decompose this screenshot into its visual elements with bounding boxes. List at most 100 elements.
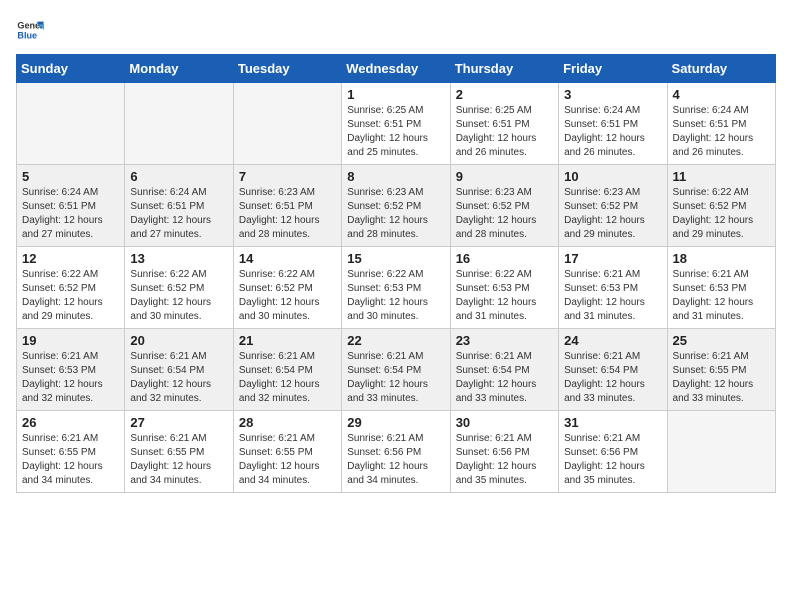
day-number: 31 xyxy=(564,415,661,430)
day-info: Sunrise: 6:24 AM Sunset: 6:51 PM Dayligh… xyxy=(130,186,227,242)
weekday-header-wednesday: Wednesday xyxy=(342,55,450,83)
weekday-header-monday: Monday xyxy=(125,55,233,83)
day-info: Sunrise: 6:24 AM Sunset: 6:51 PM Dayligh… xyxy=(22,186,119,242)
calendar-day-cell: 31 Sunrise: 6:21 AM Sunset: 6:56 PM Dayli… xyxy=(559,411,667,493)
day-info: Sunrise: 6:25 AM Sunset: 6:51 PM Dayligh… xyxy=(347,104,444,160)
day-number: 3 xyxy=(564,87,661,102)
day-info: Sunrise: 6:21 AM Sunset: 6:53 PM Dayligh… xyxy=(673,268,770,324)
day-number: 9 xyxy=(456,169,553,184)
day-number: 30 xyxy=(456,415,553,430)
calendar-day-cell: 19 Sunrise: 6:21 AM Sunset: 6:53 PM Dayli… xyxy=(17,329,125,411)
weekday-header-saturday: Saturday xyxy=(667,55,775,83)
page-header: General Blue xyxy=(16,16,776,44)
day-info: Sunrise: 6:21 AM Sunset: 6:53 PM Dayligh… xyxy=(564,268,661,324)
day-number: 12 xyxy=(22,251,119,266)
day-number: 1 xyxy=(347,87,444,102)
calendar-day-cell xyxy=(233,83,341,165)
calendar-day-cell: 10Sunrise: 6:23 AM Sunset: 6:52 PM Dayli… xyxy=(559,165,667,247)
day-number: 14 xyxy=(239,251,336,266)
day-number: 21 xyxy=(239,333,336,348)
calendar-table: SundayMondayTuesdayWednesdayThursdayFrid… xyxy=(16,54,776,493)
day-number: 5 xyxy=(22,169,119,184)
day-number: 19 xyxy=(22,333,119,348)
calendar-day-cell: 6 Sunrise: 6:24 AM Sunset: 6:51 PM Daylig… xyxy=(125,165,233,247)
calendar-day-cell: 12 Sunrise: 6:22 AM Sunset: 6:52 PM Dayli… xyxy=(17,247,125,329)
day-info: Sunrise: 6:24 AM Sunset: 6:51 PM Dayligh… xyxy=(564,104,661,160)
day-info: Sunrise: 6:21 AM Sunset: 6:55 PM Dayligh… xyxy=(130,432,227,488)
day-number: 7 xyxy=(239,169,336,184)
day-number: 16 xyxy=(456,251,553,266)
day-info: Sunrise: 6:22 AM Sunset: 6:52 PM Dayligh… xyxy=(130,268,227,324)
calendar-week-row: 12 Sunrise: 6:22 AM Sunset: 6:52 PM Dayli… xyxy=(17,247,776,329)
day-number: 28 xyxy=(239,415,336,430)
weekday-header-friday: Friday xyxy=(559,55,667,83)
logo: General Blue xyxy=(16,16,44,44)
day-number: 4 xyxy=(673,87,770,102)
logo-icon: General Blue xyxy=(16,16,44,44)
calendar-day-cell: 21 Sunrise: 6:21 AM Sunset: 6:54 PM Dayli… xyxy=(233,329,341,411)
day-info: Sunrise: 6:21 AM Sunset: 6:55 PM Dayligh… xyxy=(673,350,770,406)
day-info: Sunrise: 6:22 AM Sunset: 6:53 PM Dayligh… xyxy=(456,268,553,324)
calendar-day-cell: 4 Sunrise: 6:24 AM Sunset: 6:51 PM Daylig… xyxy=(667,83,775,165)
day-info: Sunrise: 6:21 AM Sunset: 6:54 PM Dayligh… xyxy=(456,350,553,406)
calendar-day-cell: 11 Sunrise: 6:22 AM Sunset: 6:52 PM Dayli… xyxy=(667,165,775,247)
calendar-day-cell: 5 Sunrise: 6:24 AM Sunset: 6:51 PM Daylig… xyxy=(17,165,125,247)
day-info: Sunrise: 6:22 AM Sunset: 6:52 PM Dayligh… xyxy=(239,268,336,324)
day-number: 26 xyxy=(22,415,119,430)
day-info: Sunrise: 6:21 AM Sunset: 6:54 PM Dayligh… xyxy=(239,350,336,406)
calendar-day-cell: 14 Sunrise: 6:22 AM Sunset: 6:52 PM Dayli… xyxy=(233,247,341,329)
calendar-day-cell: 24 Sunrise: 6:21 AM Sunset: 6:54 PM Dayli… xyxy=(559,329,667,411)
day-info: Sunrise: 6:25 AM Sunset: 6:51 PM Dayligh… xyxy=(456,104,553,160)
calendar-day-cell: 30 Sunrise: 6:21 AM Sunset: 6:56 PM Dayli… xyxy=(450,411,558,493)
calendar-day-cell: 28 Sunrise: 6:21 AM Sunset: 6:55 PM Dayli… xyxy=(233,411,341,493)
day-info: Sunrise: 6:23 AM Sunset: 6:52 PM Dayligh… xyxy=(456,186,553,242)
calendar-day-cell: 22Sunrise: 6:21 AM Sunset: 6:54 PM Dayli… xyxy=(342,329,450,411)
calendar-day-cell: 20Sunrise: 6:21 AM Sunset: 6:54 PM Dayli… xyxy=(125,329,233,411)
day-info: Sunrise: 6:21 AM Sunset: 6:55 PM Dayligh… xyxy=(239,432,336,488)
calendar-day-cell: 8 Sunrise: 6:23 AM Sunset: 6:52 PM Daylig… xyxy=(342,165,450,247)
day-info: Sunrise: 6:21 AM Sunset: 6:54 PM Dayligh… xyxy=(130,350,227,406)
day-number: 13 xyxy=(130,251,227,266)
day-info: Sunrise: 6:21 AM Sunset: 6:56 PM Dayligh… xyxy=(564,432,661,488)
day-number: 22 xyxy=(347,333,444,348)
svg-text:Blue: Blue xyxy=(17,30,37,40)
day-number: 29 xyxy=(347,415,444,430)
day-info: Sunrise: 6:24 AM Sunset: 6:51 PM Dayligh… xyxy=(673,104,770,160)
day-info: Sunrise: 6:22 AM Sunset: 6:53 PM Dayligh… xyxy=(347,268,444,324)
calendar-day-cell: 26 Sunrise: 6:21 AM Sunset: 6:55 PM Dayli… xyxy=(17,411,125,493)
weekday-header-tuesday: Tuesday xyxy=(233,55,341,83)
day-info: Sunrise: 6:23 AM Sunset: 6:51 PM Dayligh… xyxy=(239,186,336,242)
calendar-day-cell: 23 Sunrise: 6:21 AM Sunset: 6:54 PM Dayli… xyxy=(450,329,558,411)
day-info: Sunrise: 6:21 AM Sunset: 6:53 PM Dayligh… xyxy=(22,350,119,406)
calendar-day-cell: 7 Sunrise: 6:23 AM Sunset: 6:51 PM Daylig… xyxy=(233,165,341,247)
calendar-week-row: 26 Sunrise: 6:21 AM Sunset: 6:55 PM Dayli… xyxy=(17,411,776,493)
day-number: 8 xyxy=(347,169,444,184)
day-info: Sunrise: 6:21 AM Sunset: 6:56 PM Dayligh… xyxy=(456,432,553,488)
day-number: 11 xyxy=(673,169,770,184)
calendar-day-cell: 1 Sunrise: 6:25 AM Sunset: 6:51 PM Daylig… xyxy=(342,83,450,165)
day-info: Sunrise: 6:23 AM Sunset: 6:52 PM Dayligh… xyxy=(347,186,444,242)
day-number: 27 xyxy=(130,415,227,430)
day-info: Sunrise: 6:22 AM Sunset: 6:52 PM Dayligh… xyxy=(673,186,770,242)
calendar-day-cell: 3 Sunrise: 6:24 AM Sunset: 6:51 PM Daylig… xyxy=(559,83,667,165)
day-info: Sunrise: 6:21 AM Sunset: 6:55 PM Dayligh… xyxy=(22,432,119,488)
day-number: 25 xyxy=(673,333,770,348)
calendar-day-cell: 13 Sunrise: 6:22 AM Sunset: 6:52 PM Dayli… xyxy=(125,247,233,329)
day-number: 18 xyxy=(673,251,770,266)
calendar-day-cell: 16 Sunrise: 6:22 AM Sunset: 6:53 PM Dayli… xyxy=(450,247,558,329)
calendar-day-cell: 29Sunrise: 6:21 AM Sunset: 6:56 PM Dayli… xyxy=(342,411,450,493)
day-info: Sunrise: 6:22 AM Sunset: 6:52 PM Dayligh… xyxy=(22,268,119,324)
calendar-day-cell: 27 Sunrise: 6:21 AM Sunset: 6:55 PM Dayli… xyxy=(125,411,233,493)
calendar-day-cell: 25 Sunrise: 6:21 AM Sunset: 6:55 PM Dayli… xyxy=(667,329,775,411)
day-number: 6 xyxy=(130,169,227,184)
day-number: 23 xyxy=(456,333,553,348)
day-number: 2 xyxy=(456,87,553,102)
calendar-day-cell: 9 Sunrise: 6:23 AM Sunset: 6:52 PM Daylig… xyxy=(450,165,558,247)
day-info: Sunrise: 6:21 AM Sunset: 6:54 PM Dayligh… xyxy=(564,350,661,406)
calendar-day-cell xyxy=(17,83,125,165)
calendar-day-cell: 2 Sunrise: 6:25 AM Sunset: 6:51 PM Daylig… xyxy=(450,83,558,165)
calendar-week-row: 1 Sunrise: 6:25 AM Sunset: 6:51 PM Daylig… xyxy=(17,83,776,165)
day-number: 17 xyxy=(564,251,661,266)
calendar-day-cell: 18 Sunrise: 6:21 AM Sunset: 6:53 PM Dayli… xyxy=(667,247,775,329)
day-number: 24 xyxy=(564,333,661,348)
